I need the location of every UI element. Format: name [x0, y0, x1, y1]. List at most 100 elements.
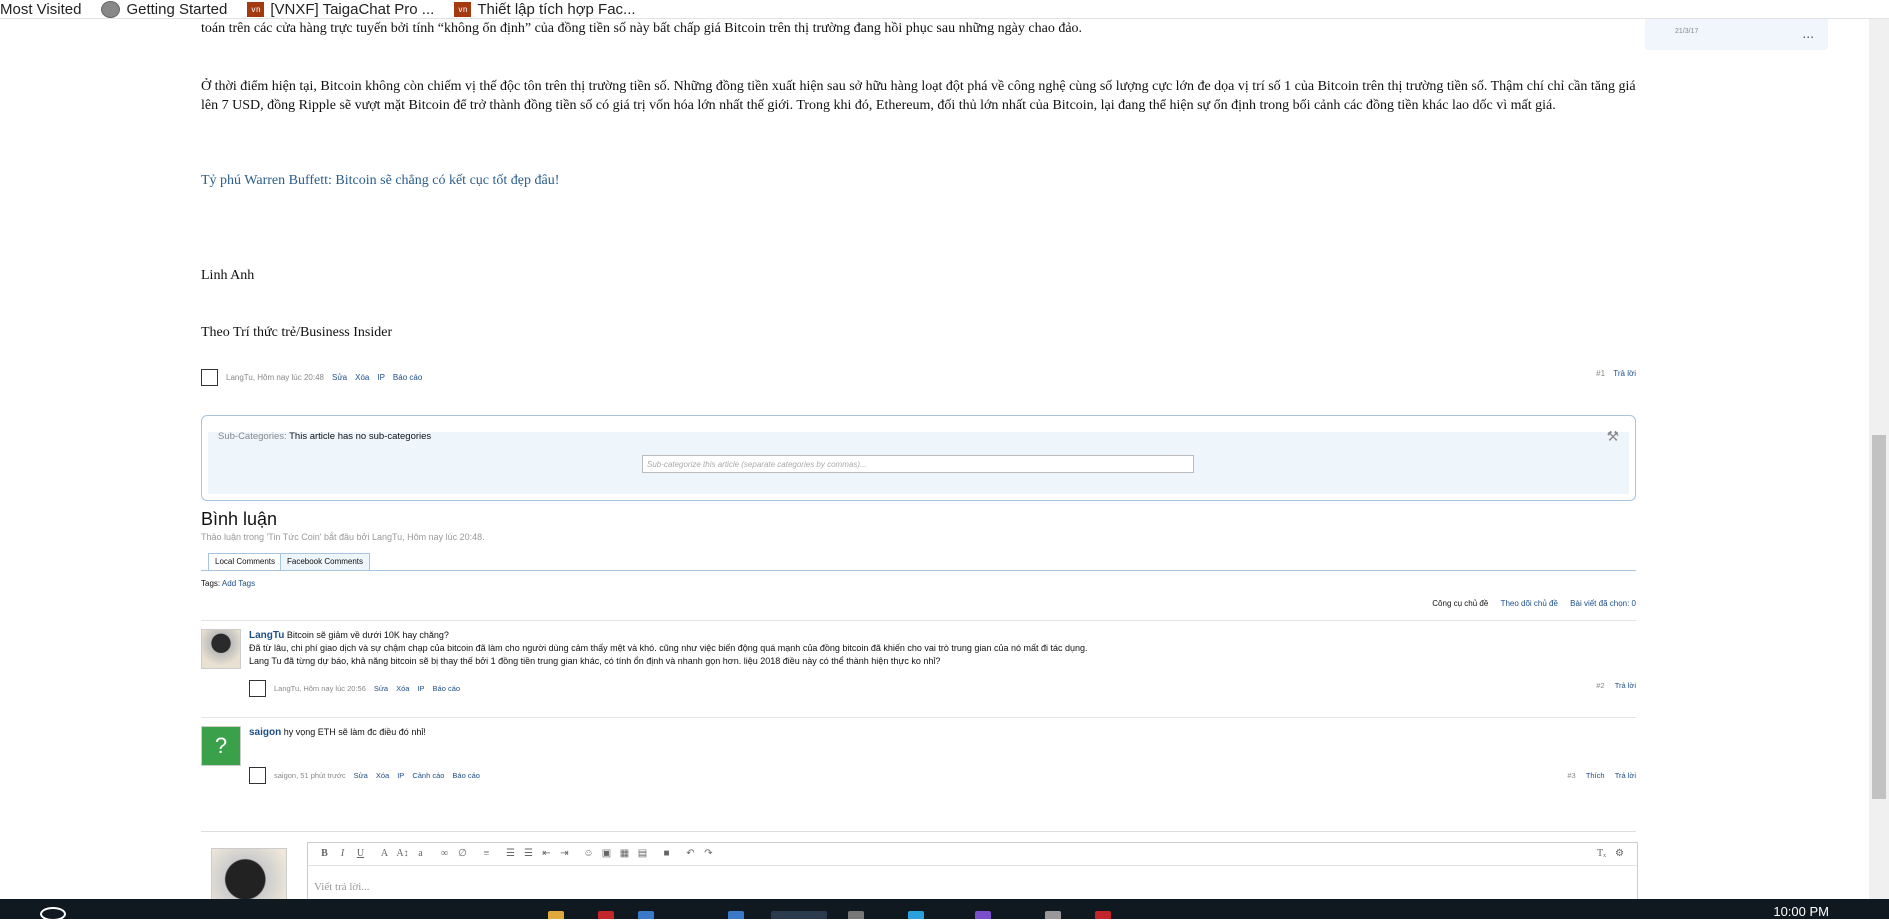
bold-icon[interactable]: B — [316, 847, 333, 861]
edit-link[interactable]: Sửa — [332, 373, 347, 382]
quick-reply: B I U A A↕ a ∞ ∅ ≡ ☰ ☰ ⇤ ⇥ ☺ ▣ ▦ ▤ ■ ↶ ↷ — [201, 831, 1638, 899]
watch-thread-link[interactable]: Theo dõi chủ đề — [1501, 599, 1558, 608]
ip-link[interactable]: IP — [377, 373, 385, 382]
vertical-scrollbar[interactable] — [1869, 19, 1889, 899]
viber-icon[interactable] — [975, 911, 991, 919]
post-number[interactable]: #2 — [1596, 681, 1604, 690]
document-icon[interactable] — [638, 911, 654, 919]
delete-link[interactable]: Xóa — [376, 771, 389, 780]
bookmark-taigachat[interactable]: vn [VNXF] TaigaChat Pro ... — [247, 1, 434, 18]
bookmark-getting-started[interactable]: Getting Started — [101, 0, 228, 18]
comment-tabs: Local Comments Facebook Comments — [201, 553, 1636, 571]
reply-link[interactable]: Trả lời — [1615, 681, 1636, 690]
thread-tools-menu[interactable]: Công cụ chủ đề — [1432, 599, 1488, 608]
tab-local-comments[interactable]: Local Comments — [208, 553, 283, 570]
reply-link[interactable]: Trả lời — [1615, 771, 1636, 780]
firefox-icon[interactable] — [771, 911, 827, 919]
comment-meta: LangTu, Hôm nay lúc 20:56 — [274, 684, 366, 693]
text-color-icon[interactable]: A — [376, 847, 393, 861]
delete-link[interactable]: Xóa — [396, 684, 409, 693]
reply-editor[interactable]: B I U A A↕ a ∞ ∅ ≡ ☰ ☰ ⇤ ⇥ ☺ ▣ ▦ ▤ ■ ↶ ↷ — [307, 842, 1638, 899]
numbered-list-icon[interactable]: ☰ — [520, 847, 537, 861]
post-number[interactable]: #3 — [1567, 771, 1575, 780]
bookmarks-toolbar: Most Visited Getting Started vn [VNXF] T… — [0, 0, 1889, 19]
wrench-icon[interactable]: ⚒ — [1606, 428, 1619, 445]
save-icon[interactable]: ■ — [658, 847, 675, 861]
comment-author[interactable]: LangTu — [249, 630, 284, 641]
delete-link[interactable]: Xóa — [355, 373, 369, 382]
taskbar-clock[interactable]: 10:00 PM — [1773, 904, 1829, 919]
app-icon[interactable] — [848, 911, 864, 919]
comment-line: Bitcoin sẽ giảm về dưới 10K hay chăng? — [286, 630, 449, 640]
comment-line: Đã từ lâu, chi phí giao dịch và sự chậm … — [249, 643, 1088, 653]
selected-posts-link[interactable]: Bài viết đã chọn: 0 — [1570, 599, 1636, 608]
font-family-icon[interactable]: a — [412, 847, 429, 861]
folder-icon[interactable] — [548, 911, 564, 919]
media-icon[interactable]: ▦ — [616, 847, 633, 861]
report-link[interactable]: Báo cáo — [452, 771, 480, 780]
comment-body: LangTu Bitcoin sẽ giảm về dưới 10K hay c… — [249, 629, 1088, 668]
more-icon[interactable]: ... — [1802, 25, 1814, 41]
underline-icon[interactable]: U — [352, 847, 369, 861]
unlink-icon[interactable]: ∅ — [454, 847, 471, 861]
edit-link[interactable]: Sửa — [374, 684, 388, 693]
comment-post: LangTu Bitcoin sẽ giảm về dưới 10K hay c… — [201, 629, 1636, 699]
editor-toolbar-right: Tₓ ⚙ — [1593, 847, 1629, 861]
tags-label: Tags: — [201, 579, 221, 588]
tags-row: Tags: Add Tags — [201, 579, 255, 588]
subcategories-value: This article has no sub-categories — [289, 431, 432, 442]
bookmark-most-visited[interactable]: Most Visited — [0, 1, 81, 18]
skype-icon[interactable] — [908, 911, 924, 919]
reply-link[interactable]: Trả lời — [1613, 369, 1636, 378]
select-checkbox[interactable] — [249, 767, 266, 784]
avatar[interactable] — [201, 629, 241, 669]
font-size-icon[interactable]: A↕ — [394, 847, 411, 861]
reply-placeholder: Viết trả lời... — [314, 881, 370, 893]
italic-icon[interactable]: I — [334, 847, 351, 861]
app-icon[interactable] — [1045, 911, 1061, 919]
ip-link[interactable]: IP — [417, 684, 424, 693]
report-link[interactable]: Báo cáo — [433, 684, 461, 693]
image-icon[interactable]: ▣ — [598, 847, 615, 861]
indent-icon[interactable]: ⇥ — [556, 847, 573, 861]
ip-link[interactable]: IP — [397, 771, 404, 780]
insert-icon[interactable]: ▤ — [634, 847, 651, 861]
sidebar-item[interactable]: 21/3/17 ... — [1645, 19, 1828, 50]
tab-facebook-comments[interactable]: Facebook Comments — [280, 553, 371, 570]
add-tags-link[interactable]: Add Tags — [222, 579, 255, 588]
avatar[interactable]: ? — [201, 726, 241, 766]
report-link[interactable]: Báo cáo — [393, 373, 422, 382]
align-icon[interactable]: ≡ — [478, 847, 495, 861]
avatar — [211, 848, 287, 899]
document-icon[interactable] — [728, 911, 744, 919]
outdent-icon[interactable]: ⇤ — [538, 847, 555, 861]
comment-body: saigon hy vọng ETH sẽ làm đc điều đó nhỉ… — [249, 726, 426, 739]
subcategories-label: Sub-Categories: — [218, 431, 287, 442]
link-icon[interactable]: ∞ — [436, 847, 453, 861]
toggle-source-icon[interactable]: ⚙ — [1611, 847, 1628, 861]
bookmark-facebook-setup[interactable]: vn Thiết lập tích hợp Fac... — [454, 1, 636, 18]
post-number[interactable]: #1 — [1596, 369, 1605, 378]
like-link[interactable]: Thích — [1586, 771, 1605, 780]
redo-icon[interactable]: ↷ — [700, 847, 717, 861]
select-checkbox[interactable] — [201, 369, 218, 386]
comments-subtitle: Thảo luận trong 'Tin Tức Coin' bắt đầu b… — [201, 532, 485, 542]
comment-footer: saigon, 51 phút trước Sửa Xóa IP Cảnh cá… — [249, 767, 480, 784]
related-article-link[interactable]: Tỷ phú Warren Buffett: Bitcoin sẽ chẳng … — [201, 171, 1636, 190]
app-icon[interactable] — [598, 911, 614, 919]
subcategories-input[interactable]: Sub-categorize this article (separate ca… — [642, 455, 1194, 473]
bullet-list-icon[interactable]: ☰ — [502, 847, 519, 861]
smiley-icon[interactable]: ☺ — [580, 847, 597, 861]
undo-icon[interactable]: ↶ — [682, 847, 699, 861]
comment-author[interactable]: saigon — [249, 727, 281, 738]
warn-link[interactable]: Cảnh cáo — [412, 771, 444, 780]
bookmark-label: Getting Started — [126, 0, 228, 18]
comment-post: ? saigon hy vọng ETH sẽ làm đc điều đó n… — [201, 726, 1636, 796]
vnxf-icon: vn — [454, 1, 472, 17]
select-checkbox[interactable] — [249, 680, 266, 697]
edit-link[interactable]: Sửa — [354, 771, 368, 780]
divider — [201, 717, 1636, 718]
scrollbar-thumb[interactable] — [1872, 435, 1886, 799]
app-icon[interactable] — [1095, 911, 1111, 919]
remove-format-icon[interactable]: Tₓ — [1593, 847, 1610, 861]
